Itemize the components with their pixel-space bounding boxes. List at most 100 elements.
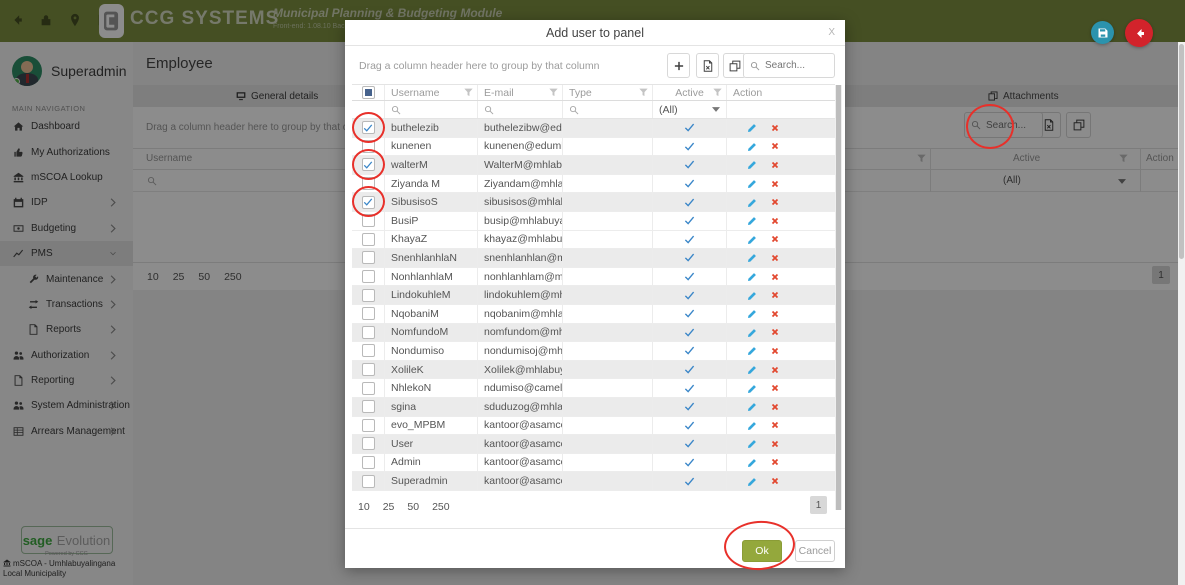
active-check-icon <box>684 122 695 133</box>
row-select-checkbox[interactable] <box>362 382 375 395</box>
edit-icon-button[interactable] <box>747 122 758 133</box>
edit-icon-button[interactable] <box>747 159 758 170</box>
edit-icon-button[interactable] <box>747 383 758 394</box>
delete-icon-button[interactable] <box>770 457 780 467</box>
row-select-checkbox[interactable] <box>362 177 375 190</box>
filter-icon[interactable] <box>464 88 473 97</box>
delete-icon-button[interactable] <box>770 290 780 300</box>
edit-icon-button[interactable] <box>747 401 758 412</box>
delete-icon-button[interactable] <box>770 439 780 449</box>
edit-icon-button[interactable] <box>747 308 758 319</box>
edit-icon-button[interactable] <box>747 476 758 487</box>
row-select-checkbox[interactable] <box>362 214 375 227</box>
edit-icon-button[interactable] <box>747 178 758 189</box>
row-select-checkbox[interactable] <box>362 233 375 246</box>
delete-icon-button[interactable] <box>770 402 780 412</box>
username-filter-icon[interactable] <box>391 105 401 115</box>
delete-icon-button[interactable] <box>770 234 780 244</box>
edit-icon-button[interactable] <box>747 457 758 468</box>
row-select-checkbox[interactable] <box>362 363 375 376</box>
delete-icon-button[interactable] <box>770 420 780 430</box>
row-select-checkbox[interactable] <box>362 419 375 432</box>
edit-icon-button[interactable] <box>747 197 758 208</box>
modal-search-input[interactable] <box>765 60 828 71</box>
username-cell: User <box>391 438 413 450</box>
email-filter-icon[interactable] <box>484 105 494 115</box>
row-select-checkbox[interactable] <box>362 121 375 134</box>
row-select-checkbox[interactable] <box>362 251 375 264</box>
row-select-checkbox[interactable] <box>362 326 375 339</box>
modal-close-button[interactable]: X <box>828 27 835 38</box>
delete-icon-button[interactable] <box>770 253 780 263</box>
email-cell: nonhlanhlam@mhlab... <box>484 271 562 283</box>
type-filter-icon[interactable] <box>569 105 579 115</box>
delete-icon-button[interactable] <box>770 476 780 486</box>
column-header-email[interactable]: E-mail <box>484 87 514 99</box>
delete-icon-button[interactable] <box>770 383 780 393</box>
active-check-icon <box>684 364 695 375</box>
edit-icon-button[interactable] <box>747 215 758 226</box>
column-header-active[interactable]: Active <box>675 87 704 99</box>
edit-icon-button[interactable] <box>747 234 758 245</box>
row-select-checkbox[interactable] <box>362 289 375 302</box>
cancel-button[interactable]: Cancel <box>795 540 835 562</box>
floppy-icon <box>1097 27 1109 39</box>
row-select-checkbox[interactable] <box>362 456 375 469</box>
delete-icon-button[interactable] <box>770 197 780 207</box>
page-size-option[interactable]: 25 <box>383 501 395 513</box>
filter-icon[interactable] <box>639 88 648 97</box>
row-select-checkbox[interactable] <box>362 270 375 283</box>
page-number-button[interactable]: 1 <box>810 496 827 514</box>
edit-icon-button[interactable] <box>747 141 758 152</box>
username-cell: KhayaZ <box>391 233 427 245</box>
delete-icon-button[interactable] <box>770 346 780 356</box>
page-size-option[interactable]: 10 <box>358 501 370 513</box>
filter-icon[interactable] <box>549 88 558 97</box>
row-select-checkbox[interactable] <box>362 437 375 450</box>
edit-icon-button[interactable] <box>747 327 758 338</box>
edit-icon-button[interactable] <box>747 345 758 356</box>
row-select-checkbox[interactable] <box>362 307 375 320</box>
add-user-button[interactable] <box>667 53 690 78</box>
row-select-checkbox[interactable] <box>362 158 375 171</box>
edit-icon-button[interactable] <box>747 364 758 375</box>
username-cell: buthelezib <box>391 122 439 134</box>
column-header-username[interactable]: Username <box>391 87 439 99</box>
delete-icon-button[interactable] <box>770 216 780 226</box>
row-select-checkbox[interactable] <box>362 196 375 209</box>
save-button[interactable] <box>1091 21 1114 44</box>
edit-icon-button[interactable] <box>747 438 758 449</box>
delete-icon-button[interactable] <box>770 327 780 337</box>
row-select-checkbox[interactable] <box>362 475 375 488</box>
add-user-modal: Add user to panel X Drag a column header… <box>345 20 845 568</box>
active-filter-select[interactable]: (All) <box>653 104 726 116</box>
row-select-checkbox[interactable] <box>362 400 375 413</box>
export-button[interactable] <box>696 53 719 78</box>
page-scrollbar[interactable] <box>1178 42 1185 585</box>
delete-icon-button[interactable] <box>770 160 780 170</box>
edit-icon-button[interactable] <box>747 271 758 282</box>
type-cell <box>563 268 653 286</box>
page-size-option[interactable]: 50 <box>407 501 419 513</box>
filter-icon[interactable] <box>713 88 722 97</box>
delete-icon-button[interactable] <box>770 365 780 375</box>
delete-icon-button[interactable] <box>770 309 780 319</box>
delete-icon-button[interactable] <box>770 272 780 282</box>
grid-scrollbar[interactable] <box>835 85 842 510</box>
delete-icon-button[interactable] <box>770 179 780 189</box>
delete-icon-button[interactable] <box>770 123 780 133</box>
row-select-checkbox[interactable] <box>362 344 375 357</box>
type-cell <box>563 119 653 137</box>
row-select-checkbox[interactable] <box>362 140 375 153</box>
edit-icon-button[interactable] <box>747 290 758 301</box>
edit-icon-button[interactable] <box>747 420 758 431</box>
page-size-option[interactable]: 250 <box>432 501 450 513</box>
username-cell: Nondumiso <box>391 345 444 357</box>
column-header-type[interactable]: Type <box>569 87 592 99</box>
modal-search-box[interactable] <box>743 53 835 78</box>
back-button[interactable] <box>1125 19 1153 47</box>
ok-button[interactable]: Ok <box>742 540 782 562</box>
select-all-checkbox[interactable] <box>362 86 375 99</box>
edit-icon-button[interactable] <box>747 252 758 263</box>
delete-icon-button[interactable] <box>770 141 780 151</box>
